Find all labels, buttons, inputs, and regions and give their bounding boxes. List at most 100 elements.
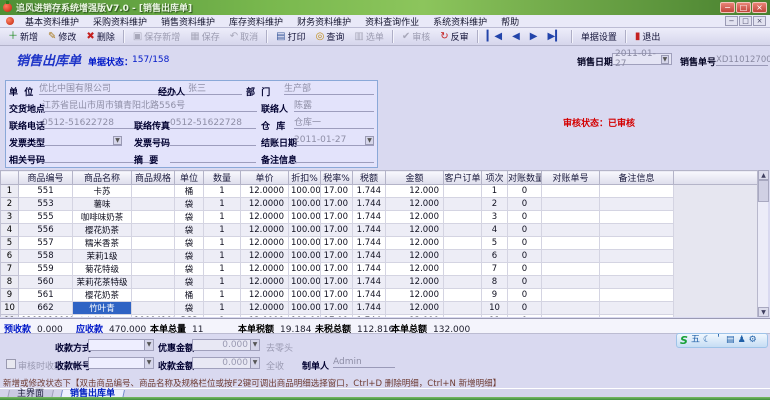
cell[interactable]: 4: [481, 223, 508, 237]
cell[interactable]: 12.0000: [240, 314, 289, 317]
cell[interactable]: 1.744: [352, 223, 386, 237]
cell[interactable]: 561: [18, 288, 73, 302]
cell[interactable]: [599, 184, 674, 198]
chevron-down-icon[interactable]: ▼: [144, 358, 153, 368]
cell[interactable]: 1.744: [352, 184, 386, 198]
cell[interactable]: 0: [507, 184, 542, 198]
row-number-cell[interactable]: 8: [0, 275, 19, 289]
punctuation-icon[interactable]: ＇: [714, 334, 723, 347]
cell[interactable]: 1: [203, 223, 241, 237]
column-header-折扣%[interactable]: 折扣%: [288, 170, 321, 185]
sale-no-field[interactable]: XD110127001: [716, 55, 770, 66]
cell[interactable]: 12.000: [385, 236, 444, 250]
cell[interactable]: 560: [18, 275, 73, 289]
cell[interactable]: [131, 262, 175, 276]
cell[interactable]: 12.0000: [240, 262, 289, 276]
cell[interactable]: 100.00: [288, 184, 321, 198]
column-header-商品编号[interactable]: 商品编号: [18, 170, 73, 185]
cell[interactable]: 100.00: [288, 288, 321, 302]
cell[interactable]: 1: [203, 288, 241, 302]
cell[interactable]: 1.744: [352, 262, 386, 276]
delete-button[interactable]: ✖ 删除: [81, 28, 119, 45]
cell[interactable]: 12.0000: [240, 301, 289, 315]
cell[interactable]: 1: [203, 236, 241, 250]
cell[interactable]: 12.000: [385, 301, 444, 315]
cell[interactable]: 樱花奶茶: [72, 223, 132, 237]
cell[interactable]: 11: [481, 314, 508, 317]
invoice-type-combo[interactable]: ▼: [42, 134, 122, 146]
cell[interactable]: 12.000: [385, 262, 444, 276]
cell[interactable]: 17.00: [320, 288, 353, 302]
row-number-cell[interactable]: 5: [0, 236, 19, 250]
cell[interactable]: [599, 314, 674, 317]
column-header-金额[interactable]: 金额: [385, 170, 444, 185]
save-button[interactable]: ▦ 保存: [185, 28, 224, 45]
column-header-对账数量[interactable]: 对账数量: [507, 170, 542, 185]
cell[interactable]: [599, 223, 674, 237]
settings-wrench-icon[interactable]: ⚙: [749, 334, 757, 347]
cell[interactable]: 12.000: [385, 288, 444, 302]
minimize-button[interactable]: −: [720, 2, 735, 13]
chevron-down-icon[interactable]: ▼: [113, 136, 122, 145]
cell[interactable]: [599, 249, 674, 263]
receive-on-audit-checkbox[interactable]: [6, 359, 16, 369]
cell[interactable]: 袋: [174, 210, 204, 224]
print-button[interactable]: ▤ 打印: [271, 28, 310, 45]
delivery-address-field[interactable]: 江苏省昆山市周市镇青阳北路556号: [42, 100, 257, 112]
cell[interactable]: 1: [481, 184, 508, 198]
cell[interactable]: 0: [507, 301, 542, 315]
cell[interactable]: 3: [481, 210, 508, 224]
cell[interactable]: [541, 223, 600, 237]
cell[interactable]: 100.00: [288, 262, 321, 276]
cell[interactable]: [443, 236, 482, 250]
grid-vertical-scrollbar[interactable]: ▲ ▼: [757, 170, 769, 317]
cell[interactable]: 10004100040.: [131, 314, 175, 317]
column-header-税率%[interactable]: 税率%: [320, 170, 353, 185]
row-number-cell[interactable]: 7: [0, 262, 19, 276]
cell[interactable]: 1: [203, 314, 241, 317]
cell[interactable]: 0: [507, 288, 542, 302]
cell[interactable]: 卡苏: [72, 184, 132, 198]
menu-item-销售资料维护[interactable]: 销售资料维护: [154, 15, 222, 28]
last-button[interactable]: ▶▎: [542, 30, 567, 44]
cell[interactable]: 桶: [174, 184, 204, 198]
cell[interactable]: [131, 210, 175, 224]
cell[interactable]: 12.000: [385, 314, 444, 317]
cell[interactable]: 0: [507, 236, 542, 250]
cell[interactable]: 100.00: [288, 301, 321, 315]
column-header-blank[interactable]: [0, 170, 19, 185]
cell[interactable]: [443, 249, 482, 263]
cell[interactable]: 1: [203, 275, 241, 289]
column-header-商品规格[interactable]: 商品规格: [131, 170, 175, 185]
column-header-税额[interactable]: 税额: [352, 170, 386, 185]
doc-settings-button[interactable]: 单据设置: [576, 28, 622, 45]
column-header-备注信息[interactable]: 备注信息: [599, 170, 674, 185]
cell[interactable]: 1.744: [352, 288, 386, 302]
cell[interactable]: 100.00: [288, 249, 321, 263]
cell[interactable]: 0: [507, 314, 542, 317]
audit-button[interactable]: ✔ 审核: [397, 28, 435, 45]
cell[interactable]: [541, 197, 600, 211]
cell[interactable]: 12.0000: [240, 197, 289, 211]
warehouse-field[interactable]: 仓库一: [294, 117, 374, 129]
cell[interactable]: [131, 184, 175, 198]
cell[interactable]: 12.000: [385, 197, 444, 211]
cell[interactable]: 17.00: [320, 184, 353, 198]
cell[interactable]: 555: [18, 210, 73, 224]
cell[interactable]: 6: [481, 249, 508, 263]
cell[interactable]: 12.0000: [240, 236, 289, 250]
cell[interactable]: 1.744: [352, 301, 386, 315]
cell[interactable]: 100.00: [288, 236, 321, 250]
cell[interactable]: 12.0000: [240, 288, 289, 302]
edit-button[interactable]: ✎ 修改: [43, 28, 81, 45]
scrollbar-thumb[interactable]: [758, 180, 769, 202]
cell[interactable]: 1: [203, 197, 241, 211]
cell[interactable]: 557: [18, 236, 73, 250]
cell[interactable]: 100.00: [288, 210, 321, 224]
cell[interactable]: 咖啡味奶茶: [72, 210, 132, 224]
cell[interactable]: 100.00: [288, 223, 321, 237]
cell[interactable]: 1.744: [352, 314, 386, 317]
cell[interactable]: 553: [18, 197, 73, 211]
cell[interactable]: 12.000: [385, 275, 444, 289]
sale-date-combo[interactable]: 2011-01-27 ▼: [612, 49, 672, 69]
